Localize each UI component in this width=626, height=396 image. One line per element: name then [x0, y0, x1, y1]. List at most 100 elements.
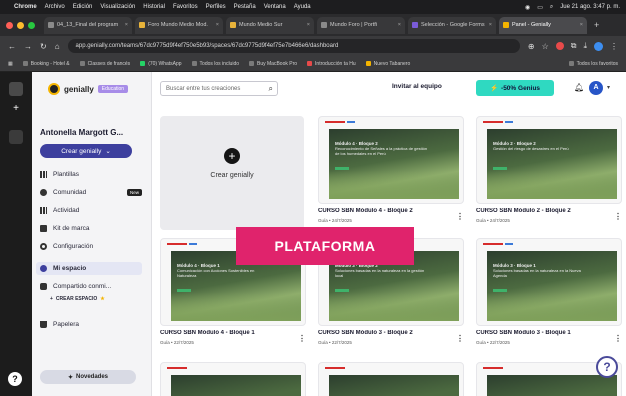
invite-team-button[interactable]: Invitar al equipo: [392, 83, 442, 90]
extensions-puzzle-icon[interactable]: ⧉: [571, 41, 577, 51]
browser-tab[interactable]: Foro Mundo Medio Mod. ×: [135, 16, 223, 34]
back-icon[interactable]: ←: [8, 42, 16, 51]
menu-favoritos[interactable]: Favoritos: [173, 4, 198, 10]
tab-close-icon[interactable]: ×: [489, 22, 492, 28]
thumbnail-accent: [167, 243, 187, 245]
news-button[interactable]: ✦ Novedades: [40, 370, 136, 384]
browser-tab[interactable]: 04_13_Final del program ×: [44, 16, 132, 34]
slide-button: [335, 289, 349, 292]
bookmark-item[interactable]: Nuevo Tabanero: [365, 61, 410, 67]
bookmark-item[interactable]: Introducción ta Hu: [307, 61, 356, 67]
menu-historial[interactable]: Historial: [143, 4, 165, 10]
reload-icon[interactable]: ↻: [40, 42, 47, 51]
sidebar-item-mi-espacio[interactable]: Mi espacio: [36, 262, 142, 275]
card-title[interactable]: CURSO SBN Módulo 4 - Bloque 2: [318, 208, 450, 214]
more-options-icon[interactable]: ⋮: [614, 212, 622, 221]
add-workspace-icon[interactable]: +: [9, 102, 23, 116]
bookmark-item[interactable]: Booking - Hotel &: [22, 61, 70, 67]
zoom-window-button[interactable]: [28, 21, 35, 29]
tab-close-icon[interactable]: ×: [580, 22, 583, 28]
more-options-icon[interactable]: ⋮: [456, 334, 464, 343]
home-icon[interactable]: ⌂: [55, 42, 60, 51]
sidebar-item-kit-de-marca[interactable]: Kit de marca: [40, 222, 146, 235]
genially-card-partial[interactable]: [318, 362, 464, 396]
card-thumbnail[interactable]: Módulo 4 · Bloque 2 Reconocimiento de Señ…: [318, 116, 464, 204]
download-icon[interactable]: ⤓: [583, 41, 587, 51]
extension-icon[interactable]: [555, 42, 564, 50]
new-tab-button[interactable]: +: [594, 20, 599, 30]
workspace-grid-icon[interactable]: [9, 130, 23, 144]
close-window-button[interactable]: [6, 21, 13, 29]
help-chat-button[interactable]: ?: [596, 356, 618, 378]
notifications-bell-icon[interactable]: 🔔︎: [574, 83, 584, 92]
menu-ventana[interactable]: Ventana: [264, 4, 286, 10]
wifi-icon[interactable]: ◉: [525, 4, 530, 11]
browser-tab[interactable]: Selección - Google Forms ×: [408, 16, 496, 34]
user-avatar[interactable]: A: [589, 81, 603, 95]
tab-close-icon[interactable]: ×: [125, 22, 128, 28]
menubar-status-area: ◉ ▭ ⌕ Jue 21 ago. 3:47 p. m.: [525, 4, 620, 11]
sidebar-item-papelera[interactable]: Papelera: [40, 318, 146, 331]
menubar-clock[interactable]: Jue 21 ago. 3:47 p. m.: [560, 4, 620, 10]
landscape-image: [487, 251, 617, 321]
menu-perfiles[interactable]: Perfiles: [206, 4, 226, 10]
sidebar-item-compartido[interactable]: Compartido conmi...: [40, 280, 146, 293]
browser-tab[interactable]: Mundo Medio Sur ×: [226, 16, 314, 34]
card-thumbnail[interactable]: Módulo 2 · Bloque 2 Gestión del riesgo de…: [476, 116, 622, 204]
forward-icon[interactable]: →: [24, 42, 32, 51]
menubar-app-name[interactable]: Chrome: [14, 4, 37, 10]
genially-logo[interactable]: genially Education: [48, 83, 129, 95]
genially-card-partial[interactable]: [160, 362, 306, 396]
card-thumbnail[interactable]: Módulo 3 · Bloque 1 Soluciones basadas en…: [476, 238, 622, 326]
more-options-icon[interactable]: ⋮: [456, 212, 464, 221]
browser-tab[interactable]: Mundo Foro | Portfi ×: [317, 16, 405, 34]
genius-promo-button[interactable]: ⚡ -50% Genius: [476, 80, 554, 96]
genially-card[interactable]: Módulo 3 · Bloque 1 Soluciones basadas en…: [476, 238, 622, 352]
minimize-window-button[interactable]: [17, 21, 24, 29]
search-input[interactable]: Buscar entre tus creaciones ⌕: [160, 81, 278, 96]
create-genially-button[interactable]: Crear genially ⌄: [40, 144, 132, 158]
tab-close-icon[interactable]: ×: [216, 22, 219, 28]
battery-icon[interactable]: ▭: [537, 4, 543, 11]
bookmark-item[interactable]: Classes de francés: [79, 61, 130, 67]
menu-archivo[interactable]: Archivo: [45, 4, 65, 10]
help-icon[interactable]: ?: [8, 372, 22, 386]
more-options-icon[interactable]: ⋮: [614, 334, 622, 343]
menu-edicion[interactable]: Edición: [73, 4, 93, 10]
card-title[interactable]: CURSO SBN Módulo 2 - Bloque 2: [476, 208, 608, 214]
create-space-button[interactable]: + CREAR ESPACIO ★: [50, 296, 105, 302]
tab-close-icon[interactable]: ×: [398, 22, 401, 28]
sidebar-item-actividad[interactable]: Actividad: [40, 204, 146, 217]
profile-icon[interactable]: [594, 41, 603, 51]
all-bookmarks-item[interactable]: Todos los favoritos: [568, 61, 618, 67]
sidebar-item-configuracion[interactable]: Configuración: [40, 240, 146, 253]
menu-pestana[interactable]: Pestaña: [234, 4, 256, 10]
chevron-down-icon[interactable]: ▾: [607, 84, 610, 91]
card-title[interactable]: CURSO SBN Módulo 3 - Bloque 2: [318, 330, 450, 336]
sidebar-item-plantillas[interactable]: Plantillas: [40, 168, 146, 181]
genially-card[interactable]: Módulo 2 · Bloque 2 Gestión del riesgo de…: [476, 116, 622, 230]
more-options-icon[interactable]: ⋮: [298, 334, 306, 343]
card-title[interactable]: CURSO SBN Módulo 4 - Bloque 1: [160, 330, 292, 336]
search-spotlight-icon[interactable]: ⌕: [550, 4, 553, 11]
browser-tab-active[interactable]: Panel - Genially ×: [499, 16, 587, 34]
create-genially-card[interactable]: + Crear genially: [160, 116, 304, 230]
genially-card[interactable]: Módulo 4 · Bloque 2 Reconocimiento de Señ…: [318, 116, 464, 230]
workspace-avatar-icon[interactable]: [9, 82, 23, 96]
bookmark-item[interactable]: (70) WhatsApp: [140, 61, 182, 67]
search-icon[interactable]: ⌕: [269, 84, 273, 94]
bookmark-item[interactable]: Todos los incluido: [191, 61, 239, 67]
browser-menu-icon[interactable]: ⋮: [610, 42, 618, 51]
sidebar-item-comunidad[interactable]: Comunidad New: [40, 186, 146, 199]
bookmark-item[interactable]: Buy MacBook Pro: [249, 61, 297, 67]
apps-grid-icon[interactable]: ▦: [8, 61, 13, 67]
card-title[interactable]: CURSO SBN Módulo 3 - Bloque 1: [476, 330, 608, 336]
bookmark-star-icon[interactable]: ☆: [542, 42, 549, 51]
menu-ayuda[interactable]: Ayuda: [294, 4, 311, 10]
sidebar-item-label: Mi espacio: [53, 265, 87, 272]
tab-close-icon[interactable]: ×: [307, 22, 310, 28]
menu-visualizacion[interactable]: Visualización: [100, 4, 135, 10]
address-bar[interactable]: app.genially.com/teams/67dc9775d9f4ef750…: [67, 39, 520, 53]
slide-button: [335, 167, 349, 170]
zoom-icon[interactable]: ⊕: [528, 42, 535, 51]
